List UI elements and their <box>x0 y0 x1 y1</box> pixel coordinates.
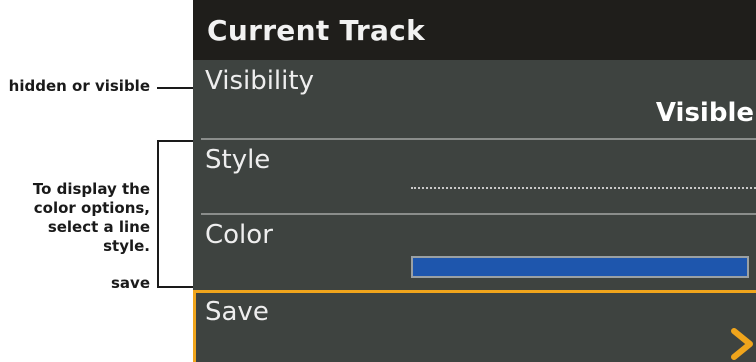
visibility-value[interactable]: Visible <box>656 98 754 128</box>
save-menu-item[interactable] <box>193 290 756 362</box>
track-menu-panel: Current Track Visibility Visible Style C… <box>193 0 756 362</box>
style-label[interactable]: Style <box>205 145 270 175</box>
leader-style-top <box>157 140 197 142</box>
save-label[interactable]: Save <box>205 297 269 327</box>
color-label[interactable]: Color <box>205 220 273 250</box>
chevron-right-icon[interactable] <box>728 327 756 361</box>
visibility-label[interactable]: Visibility <box>205 66 314 96</box>
color-swatch[interactable] <box>411 256 749 278</box>
leader-save <box>157 286 197 288</box>
divider <box>201 213 756 215</box>
line-style-dotted[interactable] <box>411 187 756 189</box>
callout-visibility: hidden or visible <box>8 77 150 95</box>
callout-style-line1: To display the <box>32 180 150 198</box>
leader-visibility <box>157 87 197 89</box>
callout-save: save <box>110 274 150 292</box>
callout-style-line2: color options, <box>33 199 150 217</box>
leader-style-vertical <box>157 140 159 288</box>
panel-header: Current Track <box>193 0 756 60</box>
callout-style: To display the color options, select a l… <box>0 180 150 256</box>
divider <box>201 138 756 140</box>
page-title: Current Track <box>207 14 426 47</box>
callout-style-line3: select a line style. <box>47 218 150 255</box>
